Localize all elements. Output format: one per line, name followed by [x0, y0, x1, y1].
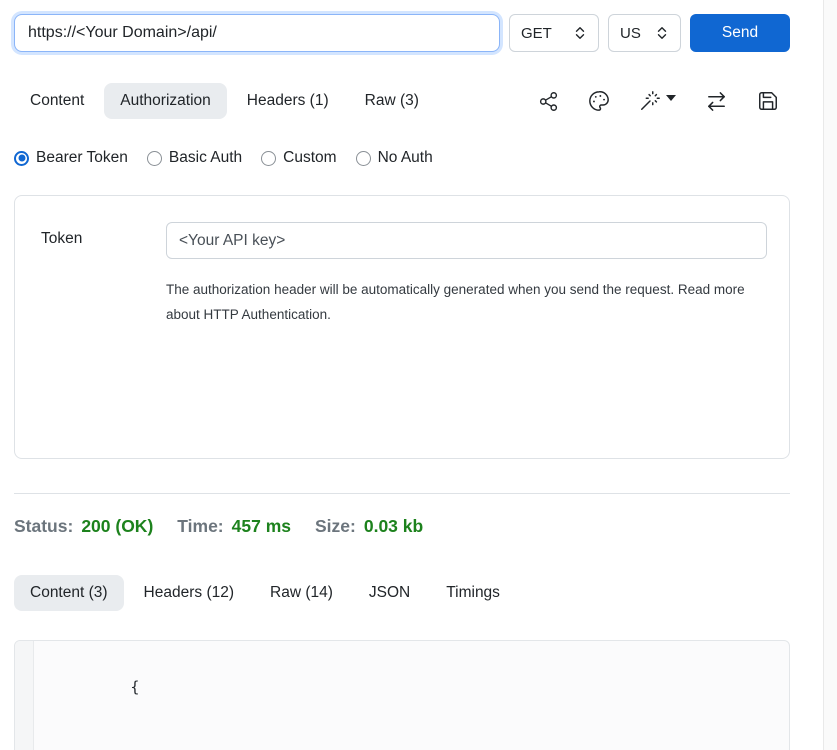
status-label: Status:: [14, 516, 73, 537]
auth-option-label: Basic Auth: [169, 149, 242, 167]
response-tabs-bar: Content (3) Headers (12) Raw (14) JSON T…: [14, 575, 790, 611]
share-icon[interactable]: [538, 91, 559, 112]
auth-option-bearer-token[interactable]: Bearer Token: [14, 149, 128, 167]
method-value: GET: [521, 25, 552, 42]
auth-option-custom[interactable]: Custom: [261, 149, 336, 167]
tab-response-timings[interactable]: Timings: [430, 575, 516, 611]
auth-option-no-auth[interactable]: No Auth: [356, 149, 433, 167]
radio-icon: [356, 151, 371, 166]
auth-type-selector: Bearer Token Basic Auth Custom No Auth: [14, 149, 790, 167]
response-json-code: { "message": "API running." }: [34, 641, 392, 750]
request-tabs-bar: Content Authorization Headers (1) Raw (3…: [14, 83, 790, 119]
time-value: 457 ms: [232, 516, 291, 537]
token-help-text: The authorization header will be automat…: [166, 277, 754, 327]
auth-option-label: Custom: [283, 149, 336, 167]
status-value: 200 (OK): [81, 516, 153, 537]
response-tabs: Content (3) Headers (12) Raw (14) JSON T…: [14, 575, 516, 611]
tab-authorization[interactable]: Authorization: [104, 83, 226, 119]
radio-icon: [147, 151, 162, 166]
status-bar: Status: 200 (OK) Time: 457 ms Size: 0.03…: [14, 516, 790, 537]
code-gutter: [15, 641, 34, 750]
palette-icon[interactable]: [588, 90, 610, 112]
section-divider: [14, 493, 790, 494]
auth-option-label: No Auth: [378, 149, 433, 167]
tab-response-headers[interactable]: Headers (12): [128, 575, 250, 611]
page-edge: [823, 0, 837, 750]
request-toolbar: [538, 90, 790, 113]
save-icon[interactable]: [757, 90, 779, 112]
token-label: Token: [41, 222, 166, 248]
radio-icon: [261, 151, 276, 166]
tab-headers[interactable]: Headers (1): [231, 83, 345, 119]
radio-checked-icon: [14, 151, 29, 166]
region-select[interactable]: US: [608, 14, 681, 52]
size-label: Size:: [315, 516, 356, 537]
method-select[interactable]: GET: [509, 14, 599, 52]
request-tabs: Content Authorization Headers (1) Raw (3…: [14, 83, 435, 119]
wand-icon[interactable]: [639, 90, 676, 112]
caret-down-icon: [666, 95, 676, 101]
token-panel: Token The authorization header will be a…: [14, 195, 790, 459]
auth-option-label: Bearer Token: [36, 149, 128, 167]
swap-arrows-icon[interactable]: [705, 90, 728, 113]
tab-response-content[interactable]: Content (3): [14, 575, 124, 611]
time-label: Time:: [177, 516, 223, 537]
response-body-viewer: { "message": "API running." }: [14, 640, 790, 750]
auth-option-basic-auth[interactable]: Basic Auth: [147, 149, 242, 167]
json-open-brace: {: [130, 678, 139, 696]
api-client-app: GET US Send Content Authorization Header…: [0, 0, 837, 750]
tab-response-json[interactable]: JSON: [353, 575, 426, 611]
select-arrows-icon: [573, 26, 587, 40]
tab-content[interactable]: Content: [14, 83, 100, 119]
size-value: 0.03 kb: [364, 516, 423, 537]
token-input[interactable]: [166, 222, 767, 259]
url-input[interactable]: [14, 14, 500, 52]
request-bar: GET US Send: [14, 14, 790, 52]
region-value: US: [620, 25, 641, 42]
tab-response-raw[interactable]: Raw (14): [254, 575, 349, 611]
tab-raw[interactable]: Raw (3): [349, 83, 435, 119]
send-button[interactable]: Send: [690, 14, 790, 52]
select-arrows-icon: [655, 26, 669, 40]
